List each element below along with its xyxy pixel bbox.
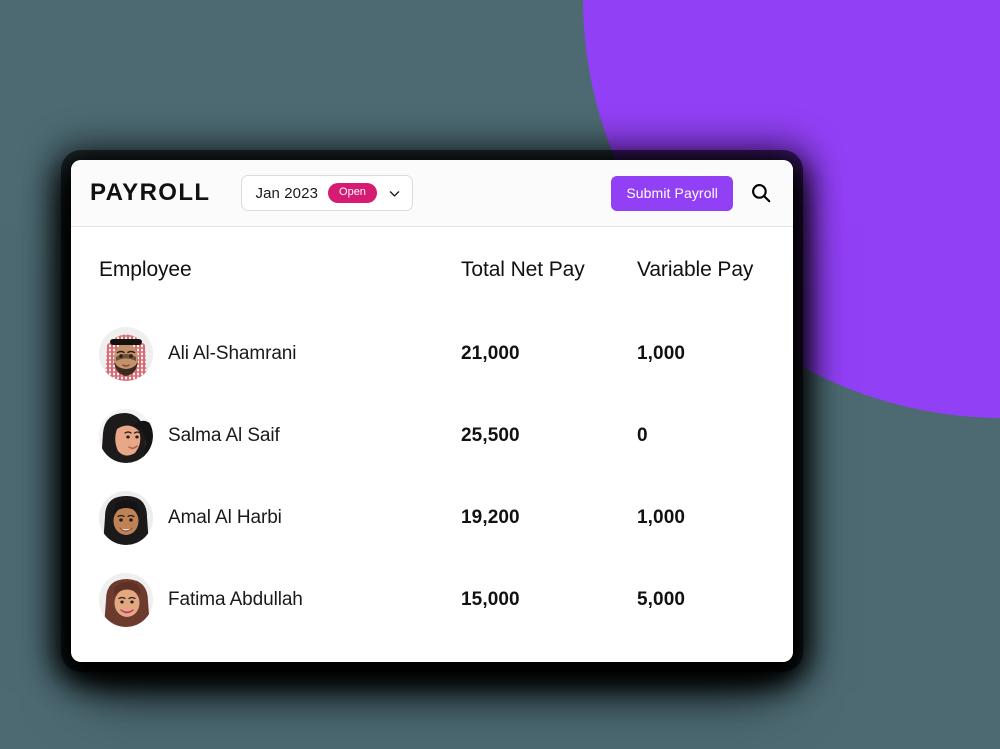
table-row[interactable]: Salma Al Saif 25,500 0 (99, 395, 793, 477)
payroll-table: Employee Total Net Pay Variable Pay Ali … (71, 227, 793, 662)
avatar (99, 327, 153, 381)
employee-cell: Ali Al-Shamrani (99, 327, 461, 381)
header-actions: Submit Payroll (611, 175, 773, 211)
table-row[interactable]: Fatima Abdullah 15,000 5,000 (99, 559, 793, 641)
variable-pay-value: 0 (637, 425, 648, 446)
total-net-pay-value: 15,000 (461, 589, 520, 610)
period-selector-dropdown[interactable]: Jan 2023 Open (241, 175, 413, 211)
page-title: PAYROLL (90, 179, 211, 206)
employee-cell: Salma Al Saif (99, 409, 461, 463)
total-net-pay-value: 21,000 (461, 343, 520, 364)
variable-pay-value: 1,000 (637, 507, 686, 528)
employee-name: Ali Al-Shamrani (168, 343, 297, 364)
employee-cell: Amal Al Harbi (99, 491, 461, 545)
employee-name: Amal Al Harbi (168, 507, 282, 528)
submit-payroll-button[interactable]: Submit Payroll (611, 175, 733, 211)
payroll-card: PAYROLL Jan 2023 Open Submit Payroll Emp… (71, 160, 793, 662)
total-net-pay-value: 19,200 (461, 507, 520, 528)
employee-cell: Fatima Abdullah (99, 573, 461, 627)
search-icon (752, 184, 771, 203)
avatar (99, 409, 153, 463)
table-row[interactable]: Ali Al-Shamrani 21,000 1,000 (99, 313, 793, 395)
table-header-row: Employee Total Net Pay Variable Pay (99, 227, 793, 313)
card-header: PAYROLL Jan 2023 Open Submit Payroll (71, 160, 793, 227)
chevron-down-icon (389, 190, 400, 197)
period-label: Jan 2023 (255, 184, 319, 202)
variable-pay-value: 5,000 (637, 589, 686, 610)
variable-pay-value: 1,000 (637, 343, 686, 364)
search-button[interactable] (749, 181, 773, 205)
column-header-total-net-pay: Total Net Pay (461, 258, 585, 281)
column-header-variable-pay: Variable Pay (637, 258, 754, 281)
status-badge: Open (328, 183, 377, 203)
avatar (99, 491, 153, 545)
table-row[interactable]: Amal Al Harbi 19,200 1,000 (99, 477, 793, 559)
employee-name: Salma Al Saif (168, 425, 280, 446)
total-net-pay-value: 25,500 (461, 425, 520, 446)
column-header-employee: Employee (99, 258, 192, 281)
employee-name: Fatima Abdullah (168, 589, 303, 610)
avatar (99, 573, 153, 627)
